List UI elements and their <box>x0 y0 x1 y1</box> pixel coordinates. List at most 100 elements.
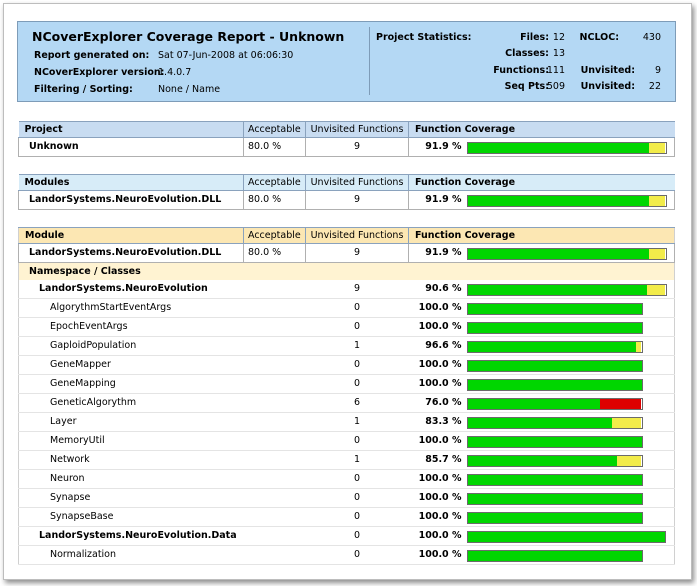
class-row: GeneMapper 0 100.0 % <box>18 355 675 375</box>
files-value: 12 <box>552 32 565 43</box>
acceptable-cell <box>243 450 306 470</box>
unvisited-column-header: Unvisited Functions <box>305 227 409 244</box>
namespace-row: LandorSystems.NeuroEvolution.Data 0 100.0 … <box>18 526 675 546</box>
functions-label: Functions: <box>493 65 549 76</box>
unvisited-cell: 0 <box>305 526 409 546</box>
module-coverage: 91.9 % <box>408 190 465 210</box>
project-unvisited: 9 <box>305 137 409 157</box>
class-row: GeneticAlgorythm 6 76.0 % <box>18 393 675 413</box>
unvisited-cell: 1 <box>305 336 409 356</box>
seqpts-label: Seq Pts: <box>504 81 549 92</box>
unvisited-functions-value: 9 <box>654 65 661 76</box>
modules-heading: Modules <box>18 174 244 191</box>
acceptable-cell <box>243 336 306 356</box>
covered-segment <box>467 342 636 352</box>
coverage-cell: 100.0 % <box>408 355 465 375</box>
class-row: EpochEventArgs 0 100.0 % <box>18 317 675 337</box>
acceptable-cell <box>243 469 306 489</box>
coverage-cell: 85.7 % <box>408 450 465 470</box>
unvisited-functions-label: Unvisited: <box>580 65 635 76</box>
acceptable-cell <box>243 431 306 451</box>
class-name: SynapseBase <box>18 507 244 527</box>
unvisited-seqpts-value: 22 <box>648 81 661 92</box>
namespace-heading: Namespace / Classes <box>18 262 675 280</box>
coverage-cell: 100.0 % <box>408 374 465 394</box>
coverage-cell: 83.3 % <box>408 412 465 432</box>
module-acceptable: 80.0 % <box>243 190 306 210</box>
class-row: Layer 1 83.3 % <box>18 412 675 432</box>
uncovered-segment <box>646 285 666 295</box>
covered-segment <box>467 304 642 314</box>
acceptable-column-header: Acceptable <box>243 174 306 191</box>
covered-segment <box>467 456 617 466</box>
module-coverage: 91.9 % <box>408 243 465 263</box>
functions-value: 111 <box>546 65 565 76</box>
unvisited-cell: 1 <box>305 450 409 470</box>
module-name: LandorSystems.NeuroEvolution.DLL <box>18 190 244 210</box>
uncovered-segment <box>616 456 642 466</box>
covered-segment <box>467 475 642 485</box>
covered-segment <box>467 380 642 390</box>
coverage-bar <box>466 322 643 334</box>
covered-segment <box>467 551 642 561</box>
unvisited-cell: 0 <box>305 431 409 451</box>
uncovered-segment <box>635 342 642 352</box>
unvisited-cell: 0 <box>305 545 409 565</box>
files-label: Files: <box>520 32 549 43</box>
acceptable-cell <box>243 488 306 508</box>
modules-row: LandorSystems.NeuroEvolution.DLL 80.0 % … <box>18 190 676 210</box>
class-name: GaploidPopulation <box>18 336 244 356</box>
acceptable-column-header: Acceptable <box>243 121 306 138</box>
covered-segment <box>467 143 650 153</box>
coverage-bar <box>466 341 643 353</box>
namespace-name: LandorSystems.NeuroEvolution.Data <box>18 526 244 546</box>
coverage-bar <box>466 550 643 562</box>
unvisited-column-header: Unvisited Functions <box>305 174 409 191</box>
class-name: AlgorythmStartEventArgs <box>18 298 244 318</box>
module-detail-table: Module Acceptable Unvisited Functions Fu… <box>18 227 676 565</box>
report-title: NCoverExplorer Coverage Report - Unknown <box>32 29 345 44</box>
filter-label: Filtering / Sorting: <box>34 84 133 95</box>
class-row: MemoryUtil 0 100.0 % <box>18 431 675 451</box>
class-row: Network 1 85.7 % <box>18 450 675 470</box>
header-divider <box>369 27 370 95</box>
coverage-cell: 76.0 % <box>408 393 465 413</box>
unvisited-cell: 1 <box>305 412 409 432</box>
coverage-bar <box>466 398 643 410</box>
class-row: GeneMapping 0 100.0 % <box>18 374 675 394</box>
class-name: Layer <box>18 412 244 432</box>
ncloc-label: NCLOC: <box>579 32 619 43</box>
covered-segment <box>467 494 642 504</box>
coverage-cell: 90.6 % <box>408 280 465 299</box>
unvisited-cell: 0 <box>305 469 409 489</box>
coverage-bar <box>466 379 643 391</box>
modules-table: Modules Acceptable Unvisited Functions F… <box>18 174 676 210</box>
covered-segment <box>467 437 642 447</box>
acceptable-cell <box>243 393 306 413</box>
coverage-cell: 100.0 % <box>408 488 465 508</box>
coverage-bar <box>466 417 643 429</box>
class-row: Normalization 0 100.0 % <box>18 545 675 565</box>
coverage-bar <box>466 436 643 448</box>
version-label: NCoverExplorer version: <box>34 67 165 78</box>
unvisited-cell: 0 <box>305 488 409 508</box>
coverage-cell: 100.0 % <box>408 469 465 489</box>
coverage-column-header: Function Coverage <box>407 174 675 191</box>
covered-segment <box>467 513 642 523</box>
class-name: GeneticAlgorythm <box>18 393 244 413</box>
uncovered-segment <box>649 143 666 153</box>
covered-segment <box>467 418 613 428</box>
class-row: Synapse 0 100.0 % <box>18 488 675 508</box>
coverage-cell: 100.0 % <box>408 298 465 318</box>
class-name: Network <box>18 450 244 470</box>
class-name: Neuron <box>18 469 244 489</box>
namespace-header: Namespace / Classes <box>18 262 675 280</box>
stats-label: Project Statistics: <box>376 32 472 43</box>
coverage-bar <box>466 493 643 505</box>
class-row: SynapseBase 0 100.0 % <box>18 507 675 527</box>
coverage-bar <box>466 303 643 315</box>
coverage-bar <box>466 284 667 296</box>
unvisited-column-header: Unvisited Functions <box>305 121 409 138</box>
module-acceptable: 80.0 % <box>243 243 306 263</box>
class-name: EpochEventArgs <box>18 317 244 337</box>
